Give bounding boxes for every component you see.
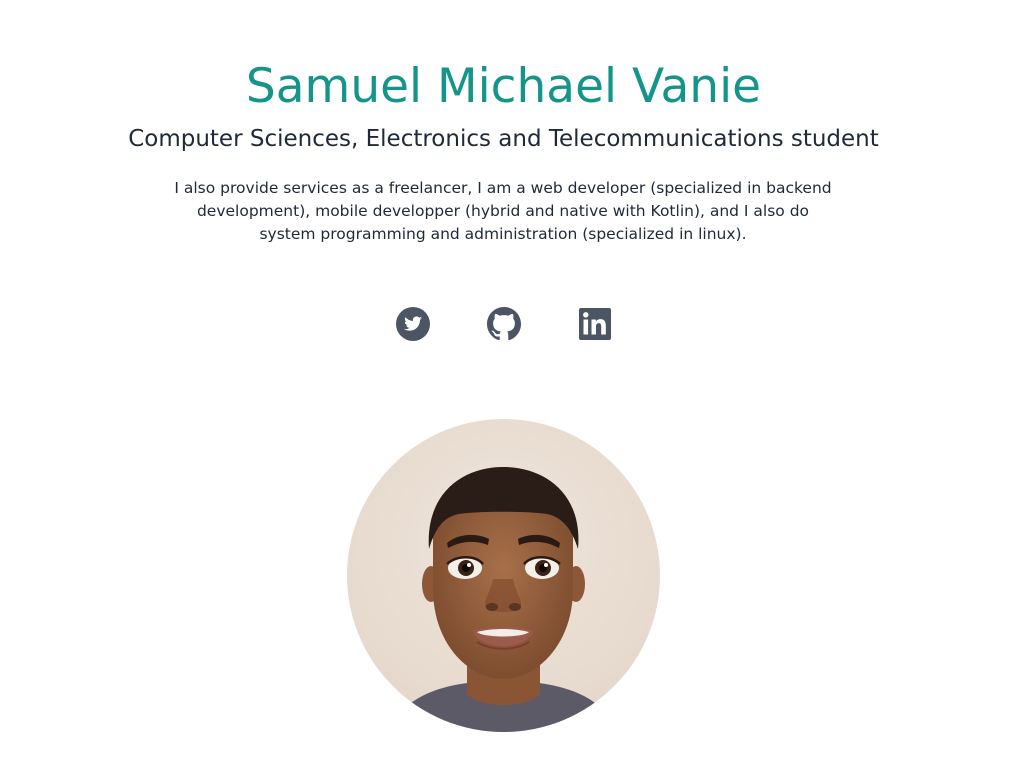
social-links <box>0 306 1007 342</box>
twitter-link[interactable] <box>395 306 431 342</box>
hero-bio: I also provide services as a freelancer,… <box>174 179 832 243</box>
twitter-icon <box>396 307 430 341</box>
linkedin-link[interactable] <box>577 306 613 342</box>
linkedin-icon <box>579 308 611 340</box>
hero-name: Samuel Michael Vanie <box>245 59 762 114</box>
portfolio-page: Samuel Michael Vanie Computer Sciences, … <box>0 0 1024 768</box>
avatar <box>347 419 660 732</box>
github-link[interactable] <box>486 306 522 342</box>
github-icon <box>487 307 521 341</box>
avatar-illustration <box>347 419 660 732</box>
hero-title: Computer Sciences, Electronics and Telec… <box>128 126 879 152</box>
